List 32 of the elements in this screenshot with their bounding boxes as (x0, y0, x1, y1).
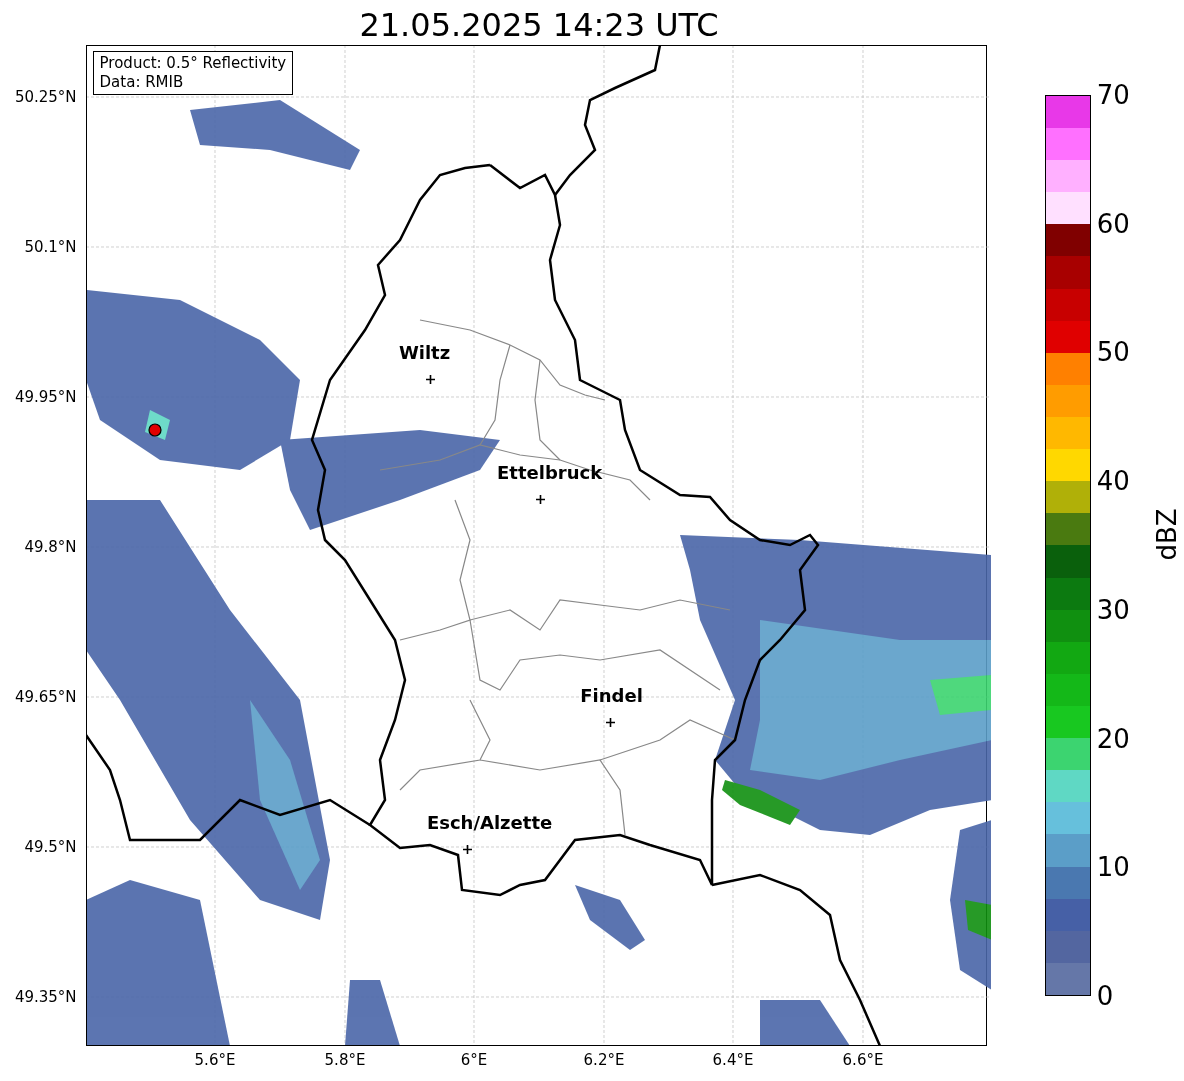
colorbar-tick-label: 60 (1096, 208, 1130, 239)
longitude-label: 6.4°E (712, 1051, 754, 1069)
colorbar-tick-label: 10 (1096, 852, 1130, 883)
colorbar-tick-label: 0 (1096, 981, 1114, 1011)
colorbar-tick-label: 20 (1096, 723, 1130, 754)
latitude-label: 49.65°N (14, 688, 77, 706)
colorbar-tick-label: 70 (1096, 80, 1130, 110)
colorbar-label: dBZ (1150, 507, 1183, 563)
city-label: Findel (580, 686, 643, 706)
plus-icon (536, 494, 546, 504)
latitude-label: 49.8°N (24, 538, 77, 556)
latitude-label: 50.25°N (14, 88, 77, 106)
plus-icon (463, 844, 473, 854)
longitude-label: 6.2°E (583, 1051, 625, 1069)
longitude-label: 5.6°E (194, 1051, 236, 1069)
city-label: Ettelbruck (497, 463, 603, 483)
longitude-label: 6.6°E (842, 1051, 884, 1069)
latitude-label: 49.5°N (24, 838, 77, 856)
plus-icon (606, 717, 616, 727)
colorbar-tick-label: 40 (1096, 466, 1130, 497)
latitude-label: 50.1°N (24, 238, 77, 256)
plus-icon (426, 374, 436, 384)
longitude-label: 6°E (460, 1051, 488, 1069)
chart-title: 21.05.2025 14:23 UTC (359, 5, 719, 45)
colorbar-tick-label: 50 (1096, 337, 1130, 368)
latitude-label: 49.95°N (14, 388, 77, 406)
city-label: Esch/Alzette (426, 813, 553, 833)
colorbar-tick-label: 30 (1096, 594, 1130, 625)
city-label: Wiltz (398, 343, 451, 363)
info-box: Product: 0.5° Reflectivity Data: RMIB (92, 51, 294, 95)
longitude-label: 5.8°E (324, 1051, 366, 1069)
latitude-label: 49.35°N (14, 988, 77, 1006)
